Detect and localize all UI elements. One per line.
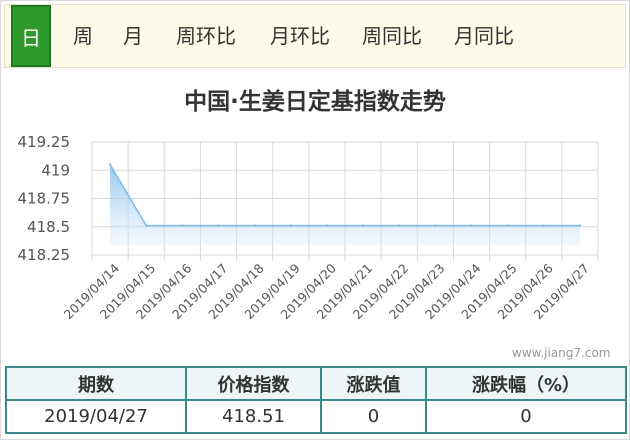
data-point <box>325 224 329 227</box>
tab-month-year-on-year[interactable]: 月同比 <box>443 5 525 67</box>
tab-month-on-month[interactable]: 月环比 <box>259 5 341 67</box>
header-price-index: 价格指数 <box>185 366 322 401</box>
data-point <box>217 224 220 227</box>
data-point <box>434 224 437 227</box>
tab-week-year-on-year[interactable]: 周同比 <box>351 5 433 67</box>
summary-data-row: 2019/04/27 418.51 0 0 <box>5 399 627 434</box>
x-axis-ticks: 2019/04/142019/04/152019/04/162019/04/17… <box>61 260 592 322</box>
cell-price-index: 418.51 <box>185 399 322 434</box>
y-tick-label: 418.75 <box>18 190 71 208</box>
data-point <box>181 224 184 227</box>
data-point <box>542 224 545 227</box>
data-point <box>578 224 582 227</box>
tab-week-on-week[interactable]: 周环比 <box>165 5 247 67</box>
summary-table: 期数 价格指数 涨跌值 涨跌幅（%） 2019/04/27 418.51 0 0 <box>5 366 627 434</box>
tab-week[interactable]: 周 <box>63 5 103 67</box>
data-point <box>289 224 292 227</box>
site-watermark: www.jiang7.com <box>512 346 611 360</box>
y-tick-label: 419 <box>41 161 70 179</box>
period-tab-bar: 日 周 月 周环比 月环比 周同比 月同比 <box>4 4 626 68</box>
data-point <box>253 224 256 227</box>
cell-period: 2019/04/27 <box>5 399 187 434</box>
tab-day[interactable]: 日 <box>11 5 51 67</box>
y-tick-label: 418.25 <box>18 246 71 264</box>
index-trend-chart: 418.25 418.5 418.75 419 419.25 2019/04/14201… <box>18 133 599 322</box>
summary-header-row: 期数 价格指数 涨跌值 涨跌幅（%） <box>5 366 627 401</box>
header-change-percent: 涨跌幅（%） <box>425 366 627 401</box>
cell-change-percent: 0 <box>425 399 627 434</box>
y-axis-ticks: 418.25 418.5 418.75 419 419.25 <box>18 133 71 264</box>
y-tick-label: 419.25 <box>18 133 71 151</box>
tab-month[interactable]: 月 <box>113 5 153 67</box>
data-point <box>145 224 148 227</box>
data-point <box>470 224 473 227</box>
chart-title: 中国·生姜日定基指数走势 <box>184 89 446 115</box>
data-point <box>361 224 365 227</box>
cell-change-value: 0 <box>320 399 427 434</box>
header-change-value: 涨跌值 <box>320 366 427 401</box>
y-tick-label: 418.5 <box>27 218 70 236</box>
data-point <box>398 224 401 227</box>
data-point <box>108 163 112 166</box>
header-period: 期数 <box>5 366 187 401</box>
data-point <box>506 224 509 227</box>
